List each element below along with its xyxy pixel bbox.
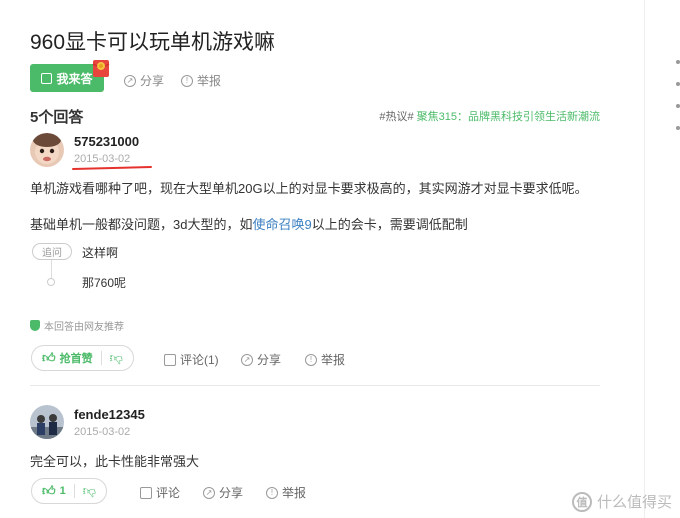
share-icon: ↗ [124,74,136,87]
share-button[interactable]: ↗ 分享 [203,484,243,501]
watermark-text: 什么值得买 [596,494,672,511]
comment-button[interactable]: 评论(1) [164,351,219,368]
share-icon: ↗ [203,486,215,499]
thread-line [51,260,52,280]
report-icon: ! [181,74,193,87]
followup-question: 这样啊 [82,246,119,260]
share-label: 分享 [219,486,244,500]
comment-label: 评论 [156,486,181,500]
question-title: 960显卡可以玩单机游戏嘛 [30,31,276,54]
watermark-logo-icon: 值 [571,491,592,512]
report-icon: ! [266,486,278,499]
thumb-up-icon: 👍︎ [42,483,56,498]
avatar-image [30,405,64,439]
question-share-label: 分享 [140,74,165,88]
report-label: 举报 [321,353,346,367]
report-label: 举报 [282,486,307,500]
answer-paragraph: 基础单机一般都没问题，3d大型的，如使命召唤9以上的会卡，需要调低配制 [30,214,468,233]
share-label: 分享 [257,353,282,367]
edit-icon [41,72,53,84]
answer-username[interactable]: fende12345 [74,407,145,422]
recommended-note: 本回答由网友推荐 [30,318,124,333]
thumb-up-icon: 👍︎ [42,350,56,365]
list-bullet [676,82,680,86]
answer-text: 以上的会卡，需要调低配制 [311,217,468,232]
answer-username[interactable]: 575231000 [74,134,139,149]
report-icon: ! [305,353,317,366]
avatar[interactable] [30,133,64,167]
downvote-button[interactable]: 👎︎ [102,350,133,366]
followup-question: 那760呢 [82,276,127,290]
upvote-button[interactable]: 👍︎ 抢首赞 [32,350,101,366]
question-report-button[interactable]: ! 举报 [181,72,221,89]
answer-date: 2015-03-02 [74,426,131,438]
comment-icon [164,353,176,366]
thumb-down-icon: 👎︎ [82,483,96,498]
game-link[interactable]: 使命召唤9 [252,217,311,232]
answer-date: 2015-03-02 [74,153,131,165]
comment-icon [140,486,152,499]
hot-topic-prefix: #热议# [379,111,414,123]
watermark: 值 什么值得买 [571,491,672,512]
recommended-label: 本回答由网友推荐 [44,322,124,333]
downvote-button[interactable]: 👎︎ [75,483,106,499]
vote-box[interactable]: 👍︎ 抢首赞 👎︎ [31,345,134,371]
list-bullet [676,126,680,130]
upvote-count: 1 [59,485,66,497]
report-button[interactable]: ! 举报 [266,484,306,501]
answers-count: 5个回答 [30,109,84,126]
avatar-image [30,133,64,167]
comment-label: 评论(1) [180,353,219,367]
hot-topic-text: 聚焦315：品牌黑科技引领生活新潮流 [416,111,600,123]
question-report-label: 举报 [197,74,222,88]
answer-text: 基础单机一般都没问题，3d大型的，如 [30,217,253,232]
upvote-label: 抢首赞 [59,353,93,365]
highlight-underline [71,165,153,171]
question-share-button[interactable]: ↗ 分享 [124,72,164,89]
thread-dot [47,278,55,286]
upvote-button[interactable]: 👍︎ 1 [32,483,74,499]
red-packet-icon[interactable] [92,56,110,78]
report-button[interactable]: ! 举报 [305,351,345,368]
hot-topic-link[interactable]: #热议# 聚焦315：品牌黑科技引领生活新潮流 [379,108,600,124]
shield-icon [30,320,40,331]
share-button[interactable]: ↗ 分享 [241,351,281,368]
comment-button[interactable]: 评论 [140,484,180,501]
avatar[interactable] [30,405,64,439]
list-bullet [676,104,680,108]
answer-divider [30,385,600,386]
followup-tag: 追问 [32,243,72,260]
list-bullet [676,60,680,64]
answer-paragraph: 完全可以，此卡性能非常强大 [30,454,200,469]
answer-paragraph: 单机游戏看哪种了吧，现在大型单机20G以上的对显卡要求极高的，其实网游才对显卡要… [30,181,588,196]
answer-button-label: 我来答 [56,71,93,86]
share-icon: ↗ [241,353,253,366]
right-column-border [644,0,645,518]
thumb-down-icon: 👎︎ [109,350,123,365]
vote-box[interactable]: 👍︎ 1 👎︎ [31,478,107,504]
